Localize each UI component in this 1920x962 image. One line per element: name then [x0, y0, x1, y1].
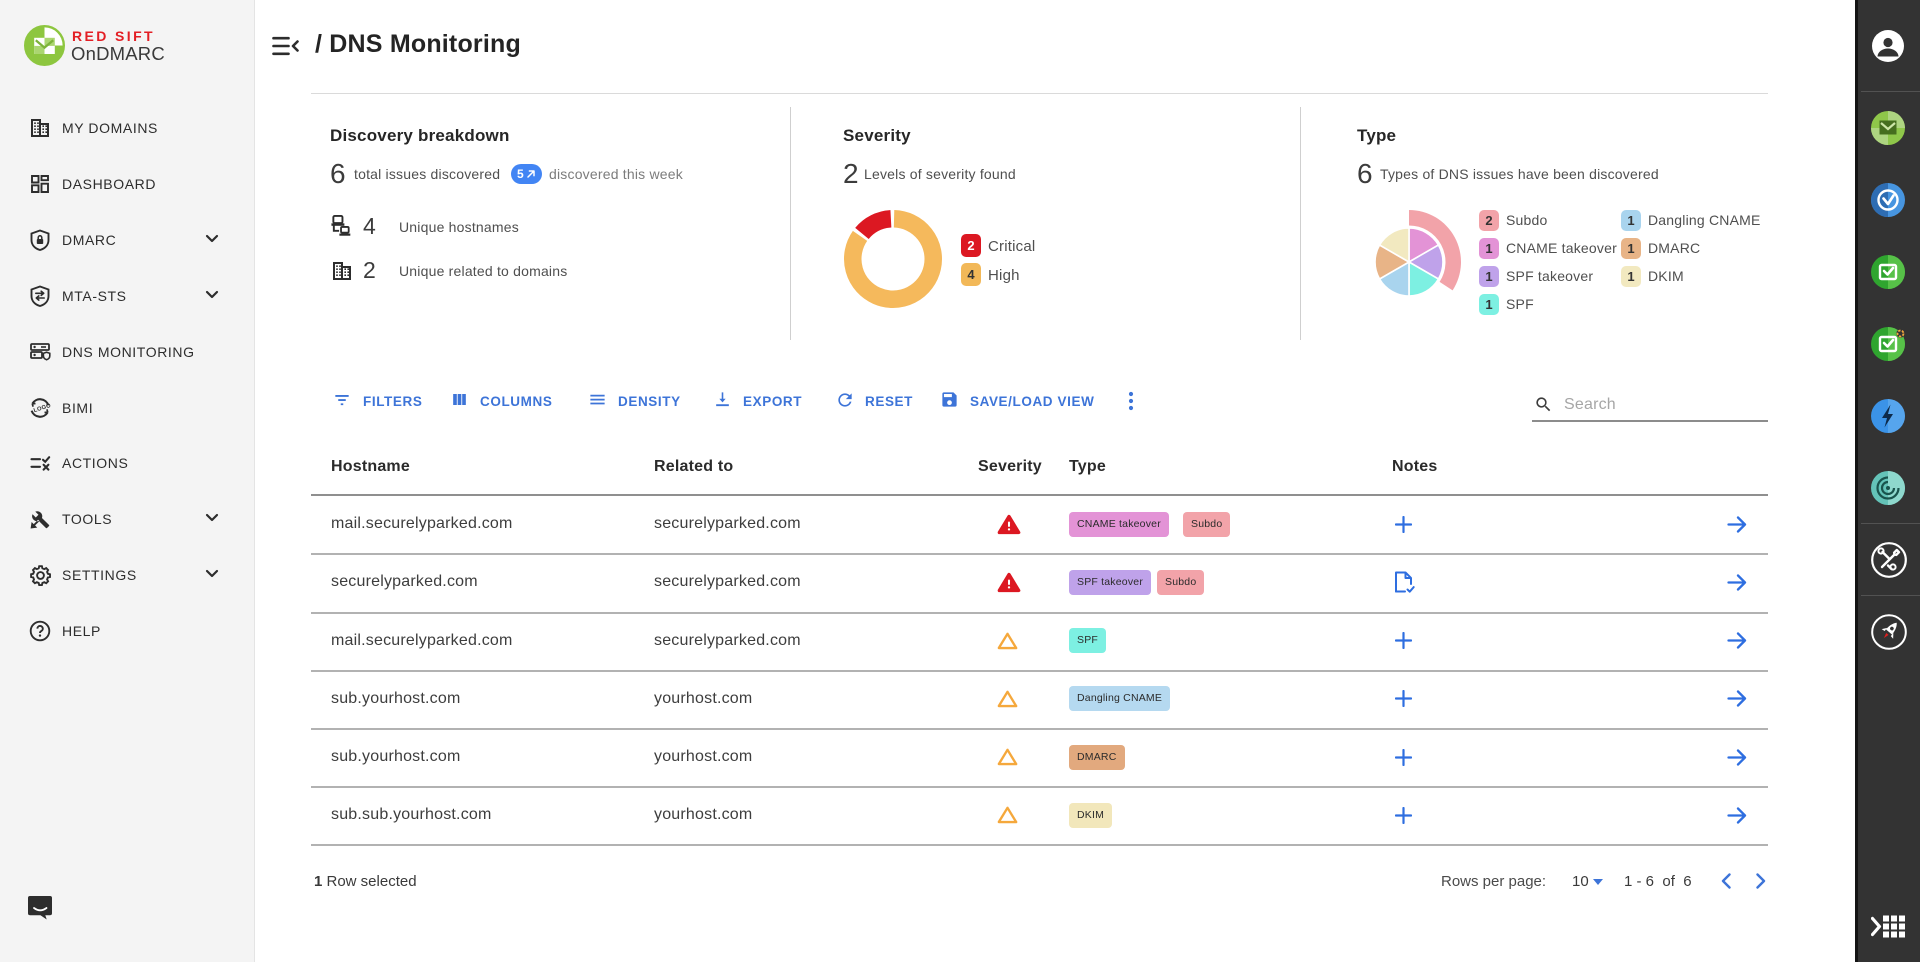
svg-text:LOGO: LOGO: [33, 403, 52, 414]
